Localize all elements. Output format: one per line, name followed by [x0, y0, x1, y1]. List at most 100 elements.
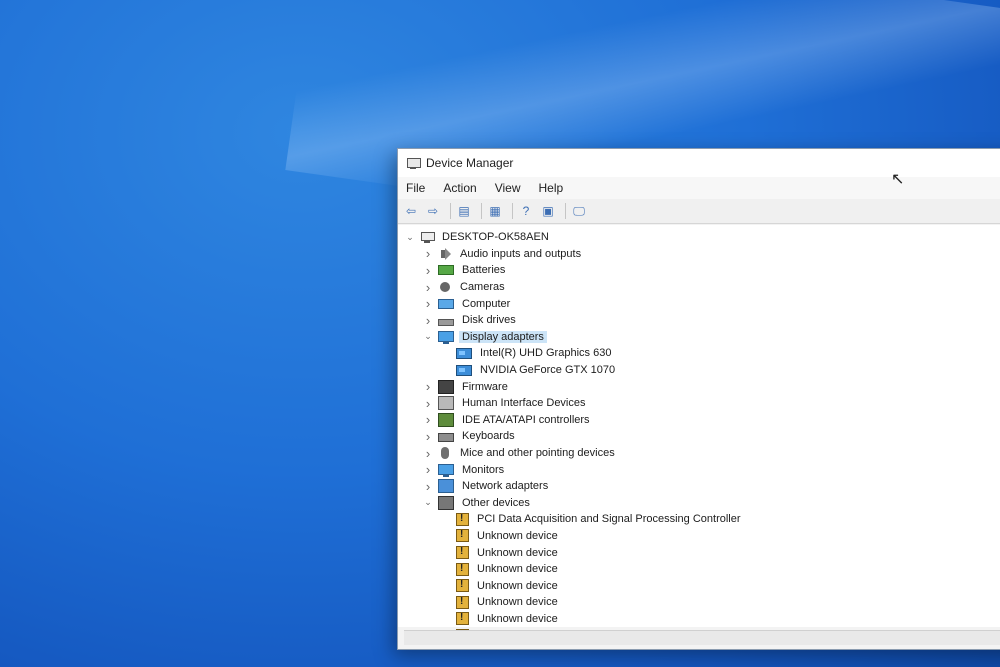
mouse-icon: [441, 447, 449, 460]
chevron-right-icon[interactable]: ›: [422, 396, 434, 411]
tree-category[interactable]: › Audio inputs and outputs: [398, 246, 1000, 263]
tree-category[interactable]: › Firmware: [398, 378, 1000, 395]
toolbar-separator: [512, 203, 513, 219]
update-driver-icon[interactable]: ▦: [486, 202, 504, 220]
network-icon: [438, 479, 454, 494]
chevron-right-icon[interactable]: ›: [422, 296, 434, 311]
tree-root[interactable]: ⌄ DESKTOP-OK58AEN: [398, 229, 1000, 246]
tree-category[interactable]: › Cameras: [398, 279, 1000, 296]
device-tree[interactable]: ⌄ DESKTOP-OK58AEN › Audio inputs and output…: [398, 225, 1000, 643]
mouse-cursor-icon: ↖: [891, 171, 905, 188]
tree-category[interactable]: › Human Interface Devices: [398, 395, 1000, 412]
tree-category[interactable]: › Disk drives: [398, 312, 1000, 329]
tree-device[interactable]: Intel(R) UHD Graphics 630: [398, 345, 1000, 362]
horizontal-scrollbar[interactable]: [404, 630, 1000, 645]
tree-device[interactable]: Unknown device: [398, 611, 1000, 628]
chevron-down-icon[interactable]: ⌄: [404, 232, 416, 243]
warn-icon: [456, 612, 469, 626]
tree-category[interactable]: › Batteries: [398, 262, 1000, 279]
tree-label: Audio inputs and outputs: [460, 247, 582, 260]
monitor-icon: [438, 331, 454, 345]
tree-label: PCI Data Acquisition and Signal Processi…: [477, 513, 741, 526]
tree-label: Unknown device: [477, 612, 558, 625]
disk-icon: [438, 318, 454, 326]
tree-category[interactable]: ⌄ Other devices: [398, 495, 1000, 512]
warn-icon: [456, 512, 469, 526]
toolbar: ⇦ ⇨ ▤ ▦? ▣ 🖵: [398, 199, 1000, 224]
tree-label: Disk drives: [462, 314, 516, 327]
tree-label: Unknown device: [477, 579, 558, 592]
back-arrow-icon[interactable]: ⇦: [402, 202, 420, 220]
keyboard-icon: [438, 433, 454, 443]
battery-icon: [438, 265, 454, 276]
warn-icon: [456, 595, 469, 609]
tree-label: Intel(R) UHD Graphics 630: [480, 347, 612, 360]
tree-label: Monitors: [462, 463, 505, 476]
warn-icon: [456, 579, 469, 593]
display-monitor-icon[interactable]: 🖵: [570, 202, 588, 220]
tree-category[interactable]: › Mice and other pointing devices: [398, 445, 1000, 462]
monitor-icon: [438, 464, 454, 478]
tree-device[interactable]: Unknown device: [398, 577, 1000, 594]
warn-icon: [456, 546, 469, 560]
tree-category[interactable]: › Monitors: [398, 461, 1000, 478]
device-manager-window: Device Manager ↖ File Action View Help ⇦ ⇨ ▤ ▦…: [397, 148, 1000, 650]
warn-icon: [456, 529, 469, 543]
help-icon[interactable]: ?: [517, 202, 535, 220]
tree-label: Network adapters: [462, 480, 549, 493]
tree-label: Unknown device: [477, 529, 558, 542]
hid-icon: [438, 396, 454, 411]
tree-label: Mice and other pointing devices: [460, 447, 615, 460]
chevron-down-icon[interactable]: ⌄: [422, 331, 434, 342]
chevron-right-icon[interactable]: ›: [422, 479, 434, 494]
tree-category[interactable]: › IDE ATA/ATAPI controllers: [398, 412, 1000, 429]
window-title: Device Manager: [426, 156, 514, 170]
tree-label: Computer: [462, 297, 511, 310]
chevron-down-icon[interactable]: ⌄: [422, 497, 434, 508]
chevron-right-icon[interactable]: ›: [422, 246, 434, 261]
scan-view-icon[interactable]: ▣: [539, 202, 557, 220]
chevron-right-icon[interactable]: ›: [422, 379, 434, 394]
chevron-right-icon[interactable]: ›: [422, 313, 434, 328]
properties-icon[interactable]: ▤: [455, 202, 473, 220]
tree-label: NVIDIA GeForce GTX 1070: [480, 364, 616, 377]
menu-action[interactable]: Action: [441, 179, 478, 197]
tree-category[interactable]: ⌄ Display adapters: [398, 329, 1000, 346]
camera-icon: [440, 282, 450, 293]
chevron-right-icon[interactable]: ›: [422, 462, 434, 477]
tree-device[interactable]: Unknown device: [398, 561, 1000, 578]
host-icon: [420, 231, 435, 244]
ide-icon: [438, 412, 454, 427]
chevron-right-icon[interactable]: ›: [422, 263, 434, 278]
chevron-right-icon[interactable]: ›: [422, 280, 434, 295]
tree-label: IDE ATA/ATAPI controllers: [462, 413, 590, 426]
tree-category[interactable]: › Network adapters: [398, 478, 1000, 495]
tree-category[interactable]: › Keyboards: [398, 428, 1000, 445]
tree-label: Batteries: [462, 264, 506, 277]
menu-view[interactable]: View: [493, 179, 523, 197]
tree-label: DESKTOP-OK58AEN: [442, 231, 549, 244]
menu-file[interactable]: File: [404, 179, 427, 197]
tree-label: Unknown device: [477, 546, 558, 559]
gpu-icon: [456, 364, 472, 376]
menu-help[interactable]: Help: [537, 179, 566, 197]
tree-device[interactable]: Unknown device: [398, 544, 1000, 561]
chevron-right-icon[interactable]: ›: [422, 446, 434, 461]
tree-label: Cameras: [460, 281, 505, 294]
chevron-right-icon[interactable]: ›: [422, 429, 434, 444]
tree-device[interactable]: Unknown device: [398, 528, 1000, 545]
tree-category[interactable]: › Computer: [398, 295, 1000, 312]
title-bar: Device Manager ↖: [398, 149, 1000, 188]
tree-label: Display adapters: [459, 330, 547, 343]
toolbar-separator: [481, 203, 482, 219]
tree-device[interactable]: NVIDIA GeForce GTX 1070: [398, 362, 1000, 379]
tree-device[interactable]: PCI Data Acquisition and Signal Processi…: [398, 511, 1000, 528]
tree-device[interactable]: Unknown device: [398, 594, 1000, 611]
chevron-right-icon[interactable]: ›: [422, 412, 434, 427]
warn-icon: [456, 562, 469, 576]
toolbar-separator: [450, 203, 451, 219]
tree-label: Firmware: [462, 380, 508, 393]
other-icon: [438, 495, 454, 510]
speaker-icon: [438, 247, 452, 260]
forward-arrow-icon[interactable]: ⇨: [424, 202, 442, 220]
